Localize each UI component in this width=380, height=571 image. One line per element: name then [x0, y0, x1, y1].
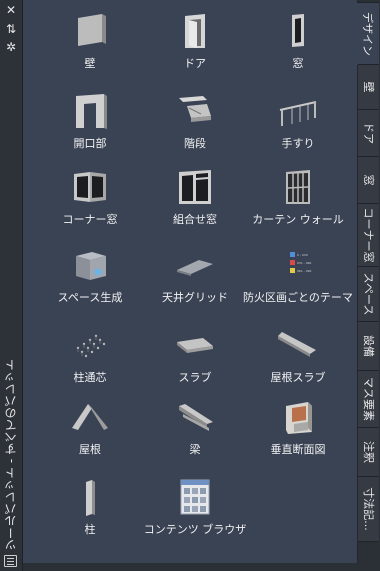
legend-text: 031 - 060: [297, 261, 312, 265]
tool-label: 組合せ窓: [173, 213, 217, 226]
tab-label: 設備: [361, 335, 375, 357]
tool-roof[interactable]: 屋根: [35, 398, 145, 457]
tab-window[interactable]: 窓: [358, 156, 379, 204]
ceiling-grid-icon: [173, 246, 217, 286]
slab-icon: [173, 326, 217, 366]
tool-label: 天井グリッド: [162, 291, 228, 304]
tool-label: スペース生成: [57, 291, 123, 304]
tab-wall[interactable]: 壁: [358, 64, 379, 110]
wall-icon: [68, 12, 112, 52]
tab-dimension[interactable]: 寸法記...: [358, 476, 379, 542]
tool-curtain-wall[interactable]: カーテン ウォール: [243, 168, 353, 227]
opening-icon: [68, 92, 112, 132]
tab-label: 壁: [361, 81, 375, 93]
tool-label: スラブ: [178, 371, 212, 384]
railing-icon: [276, 92, 320, 132]
vertical-section-icon: [276, 398, 320, 438]
tool-label: 階段: [184, 137, 206, 150]
palette-title: ツールパレット - すべてのパレット: [4, 359, 18, 551]
tool-column[interactable]: 柱: [35, 478, 145, 537]
auto-hide-icon[interactable]: ⇅: [4, 22, 18, 36]
corner-window-icon: [68, 168, 112, 208]
tool-content-browser[interactable]: コンテンツ ブラウザ: [140, 478, 250, 537]
tool-column-grid[interactable]: 柱通芯: [35, 326, 145, 385]
tool-label: カーテン ウォール: [252, 213, 344, 226]
tool-label: 開口部: [73, 137, 107, 150]
roof-icon: [68, 398, 112, 438]
tool-beam[interactable]: 梁: [140, 398, 250, 457]
tool-roof-slab[interactable]: 屋根スラブ: [243, 326, 353, 385]
tool-label: 梁: [189, 443, 201, 456]
tab-corner-window[interactable]: コーナー窓: [358, 203, 379, 267]
space-generate-icon: [68, 246, 112, 286]
tool-stair[interactable]: 階段: [140, 92, 250, 151]
tab-equipment[interactable]: 設備: [358, 321, 379, 371]
tool-assembly-window[interactable]: 組合せ窓: [140, 168, 250, 227]
assembly-window-icon: [173, 168, 217, 208]
tab-label: 寸法記...: [361, 487, 375, 531]
tool-label: ドア: [184, 57, 206, 70]
tab-label: デザイン: [361, 12, 374, 56]
tab-label: コーナー窓: [361, 207, 375, 263]
beam-icon: [173, 398, 217, 438]
tool-label: 手すり: [281, 137, 315, 150]
tool-window[interactable]: 窓: [243, 12, 353, 71]
tool-label: 窓: [292, 57, 304, 70]
legend-text: 061 - 090: [297, 269, 312, 273]
fire-rating-theme-icon: 0 - 030 031 - 060 061 - 090: [276, 246, 320, 286]
tab-label: 注釈: [361, 441, 375, 463]
close-icon[interactable]: ✕: [4, 3, 18, 17]
column-grid-icon: [68, 326, 112, 366]
tab-label: スペース: [361, 272, 375, 316]
settings-icon[interactable]: ✲: [4, 40, 18, 54]
tool-slab[interactable]: スラブ: [140, 326, 250, 385]
tab-door[interactable]: ドア: [358, 109, 379, 157]
tool-label: コンテンツ ブラウザ: [143, 523, 247, 536]
tool-label: コーナー窓: [62, 213, 118, 226]
legend-text: 0 - 030: [297, 253, 308, 257]
tool-label: 柱通芯: [73, 371, 107, 384]
column-icon: [68, 478, 112, 518]
tab-design[interactable]: デザイン: [357, 2, 379, 66]
tab-label: 窓: [361, 174, 375, 186]
stair-icon: [173, 92, 217, 132]
tool-label: 壁: [84, 57, 96, 70]
tool-ceiling-grid[interactable]: 天井グリッド: [140, 246, 250, 305]
tool-label: 屋根スラブ: [270, 371, 326, 384]
curtain-wall-icon: [276, 168, 320, 208]
tool-palette-window: ✕ ⇅ ✲ ツールパレット - すべてのパレット 壁 ドア 窓 開口部 階段 手…: [0, 0, 380, 571]
palette-tab-column: デザイン 壁 ドア 窓 コーナー窓 スペース 設備 マス要素 注釈 寸法記...: [357, 0, 380, 571]
palette-title-strip[interactable]: ✕ ⇅ ✲ ツールパレット - すべてのパレット: [0, 0, 23, 571]
content-browser-icon: [173, 478, 217, 518]
tool-fire-rating-theme[interactable]: 0 - 030 031 - 060 061 - 090 防火区画ごとのテーマ: [243, 246, 353, 305]
tool-opening[interactable]: 開口部: [35, 92, 145, 151]
tool-vertical-section[interactable]: 垂直断面図: [243, 398, 353, 457]
tool-palette-content: 壁 ドア 窓 開口部 階段 手すり コーナー窓 組合せ窓 カーテン ウォール ス…: [23, 0, 358, 563]
tab-space[interactable]: スペース: [358, 266, 379, 322]
tool-label: 垂直断面図: [270, 443, 326, 456]
window-icon: [276, 12, 320, 52]
tab-mass-element[interactable]: マス要素: [358, 370, 379, 428]
tab-label: ドア: [361, 122, 375, 144]
tab-annotation[interactable]: 注釈: [358, 427, 379, 477]
tab-label: マス要素: [361, 377, 375, 421]
tool-space-generate[interactable]: スペース生成: [35, 246, 145, 305]
tool-label: 防火区画ごとのテーマ: [243, 291, 353, 304]
door-icon: [173, 12, 217, 52]
tool-door[interactable]: ドア: [140, 12, 250, 71]
tool-corner-window[interactable]: コーナー窓: [35, 168, 145, 227]
tool-railing[interactable]: 手すり: [243, 92, 353, 151]
properties-icon[interactable]: [4, 555, 17, 567]
tool-label: 屋根: [79, 443, 101, 456]
tool-wall[interactable]: 壁: [35, 12, 145, 71]
tool-label: 柱: [84, 523, 96, 536]
roof-slab-icon: [276, 326, 320, 366]
